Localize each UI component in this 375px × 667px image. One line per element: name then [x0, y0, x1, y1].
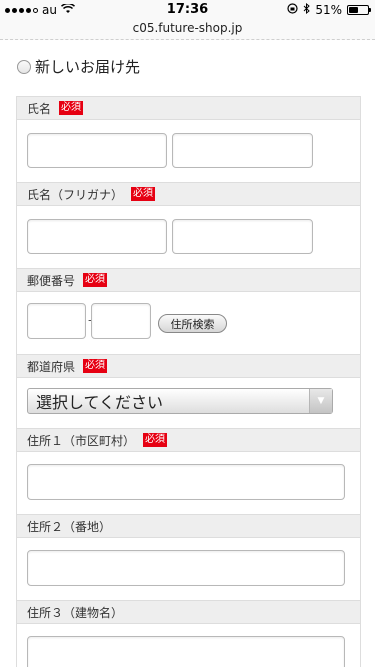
url-text: c05.future-shop.jp	[132, 21, 243, 35]
kana-field-row	[17, 206, 360, 268]
prefecture-label: 都道府県	[27, 359, 76, 374]
chevron-down-icon: ▼	[309, 389, 332, 413]
address1-label-row: 住所１（市区町村） 必須	[17, 428, 360, 452]
page-content: 新しいお届け先 氏名 必須 氏名（フリガナ） 必須 郵便番号 必須 -	[0, 40, 375, 667]
bluetooth-icon	[303, 2, 311, 17]
new-address-label: 新しいお届け先	[35, 58, 141, 76]
address3-input[interactable]	[27, 636, 345, 667]
new-address-radio[interactable]	[17, 59, 31, 74]
prefecture-select-value: 選択してください	[36, 393, 164, 412]
address3-label-row: 住所３（建物名）	[17, 600, 360, 624]
address2-label-row: 住所２（番地）	[17, 514, 360, 538]
address2-input[interactable]	[27, 550, 345, 586]
address3-label: 住所３（建物名）	[27, 605, 124, 620]
battery-fill	[349, 7, 358, 13]
battery-percent: 51%	[315, 3, 342, 17]
required-badge: 必須	[83, 359, 108, 373]
name-label-row: 氏名 必須	[17, 96, 360, 120]
address1-label: 住所１（市区町村）	[27, 433, 136, 448]
status-bar: au 17:36 51%	[0, 0, 375, 20]
kana-label: 氏名（フリガナ）	[27, 187, 124, 202]
prefecture-field-row: 選択してください ▼	[17, 378, 360, 428]
address-bar[interactable]: c05.future-shop.jp	[0, 20, 375, 40]
required-badge: 必須	[83, 273, 108, 287]
prefecture-select[interactable]: 選択してください ▼	[27, 388, 333, 414]
name-field-row	[17, 120, 360, 182]
address-form: 氏名 必須 氏名（フリガナ） 必須 郵便番号 必須 - 住所検索	[16, 96, 361, 667]
address1-field-row	[17, 452, 360, 514]
address-search-label: 住所検索	[170, 317, 215, 331]
address2-field-row	[17, 538, 360, 600]
address-search-button[interactable]: 住所検索	[158, 314, 227, 333]
orientation-lock-icon	[287, 3, 298, 17]
postal-label: 郵便番号	[27, 273, 76, 288]
last-name-kana-input[interactable]	[27, 219, 167, 254]
last-name-input[interactable]	[27, 133, 167, 168]
postal-field-row: - 住所検索	[17, 292, 360, 354]
address2-label: 住所２（番地）	[27, 519, 112, 534]
postal-label-row: 郵便番号 必須	[17, 268, 360, 292]
new-address-option[interactable]: 新しいお届け先	[17, 56, 140, 77]
required-badge: 必須	[143, 433, 168, 447]
postal-code-first-input[interactable]	[27, 303, 86, 339]
kana-label-row: 氏名（フリガナ） 必須	[17, 182, 360, 206]
address1-input[interactable]	[27, 464, 345, 500]
prefecture-label-row: 都道府県 必須	[17, 354, 360, 378]
required-badge: 必須	[131, 187, 156, 201]
first-name-kana-input[interactable]	[172, 219, 313, 254]
first-name-input[interactable]	[172, 133, 313, 168]
name-label: 氏名	[27, 101, 52, 116]
address3-field-row	[17, 624, 360, 667]
postal-code-second-input[interactable]	[91, 303, 151, 339]
status-right: 51%	[287, 2, 371, 17]
required-badge: 必須	[59, 101, 84, 115]
battery-icon	[347, 5, 371, 15]
